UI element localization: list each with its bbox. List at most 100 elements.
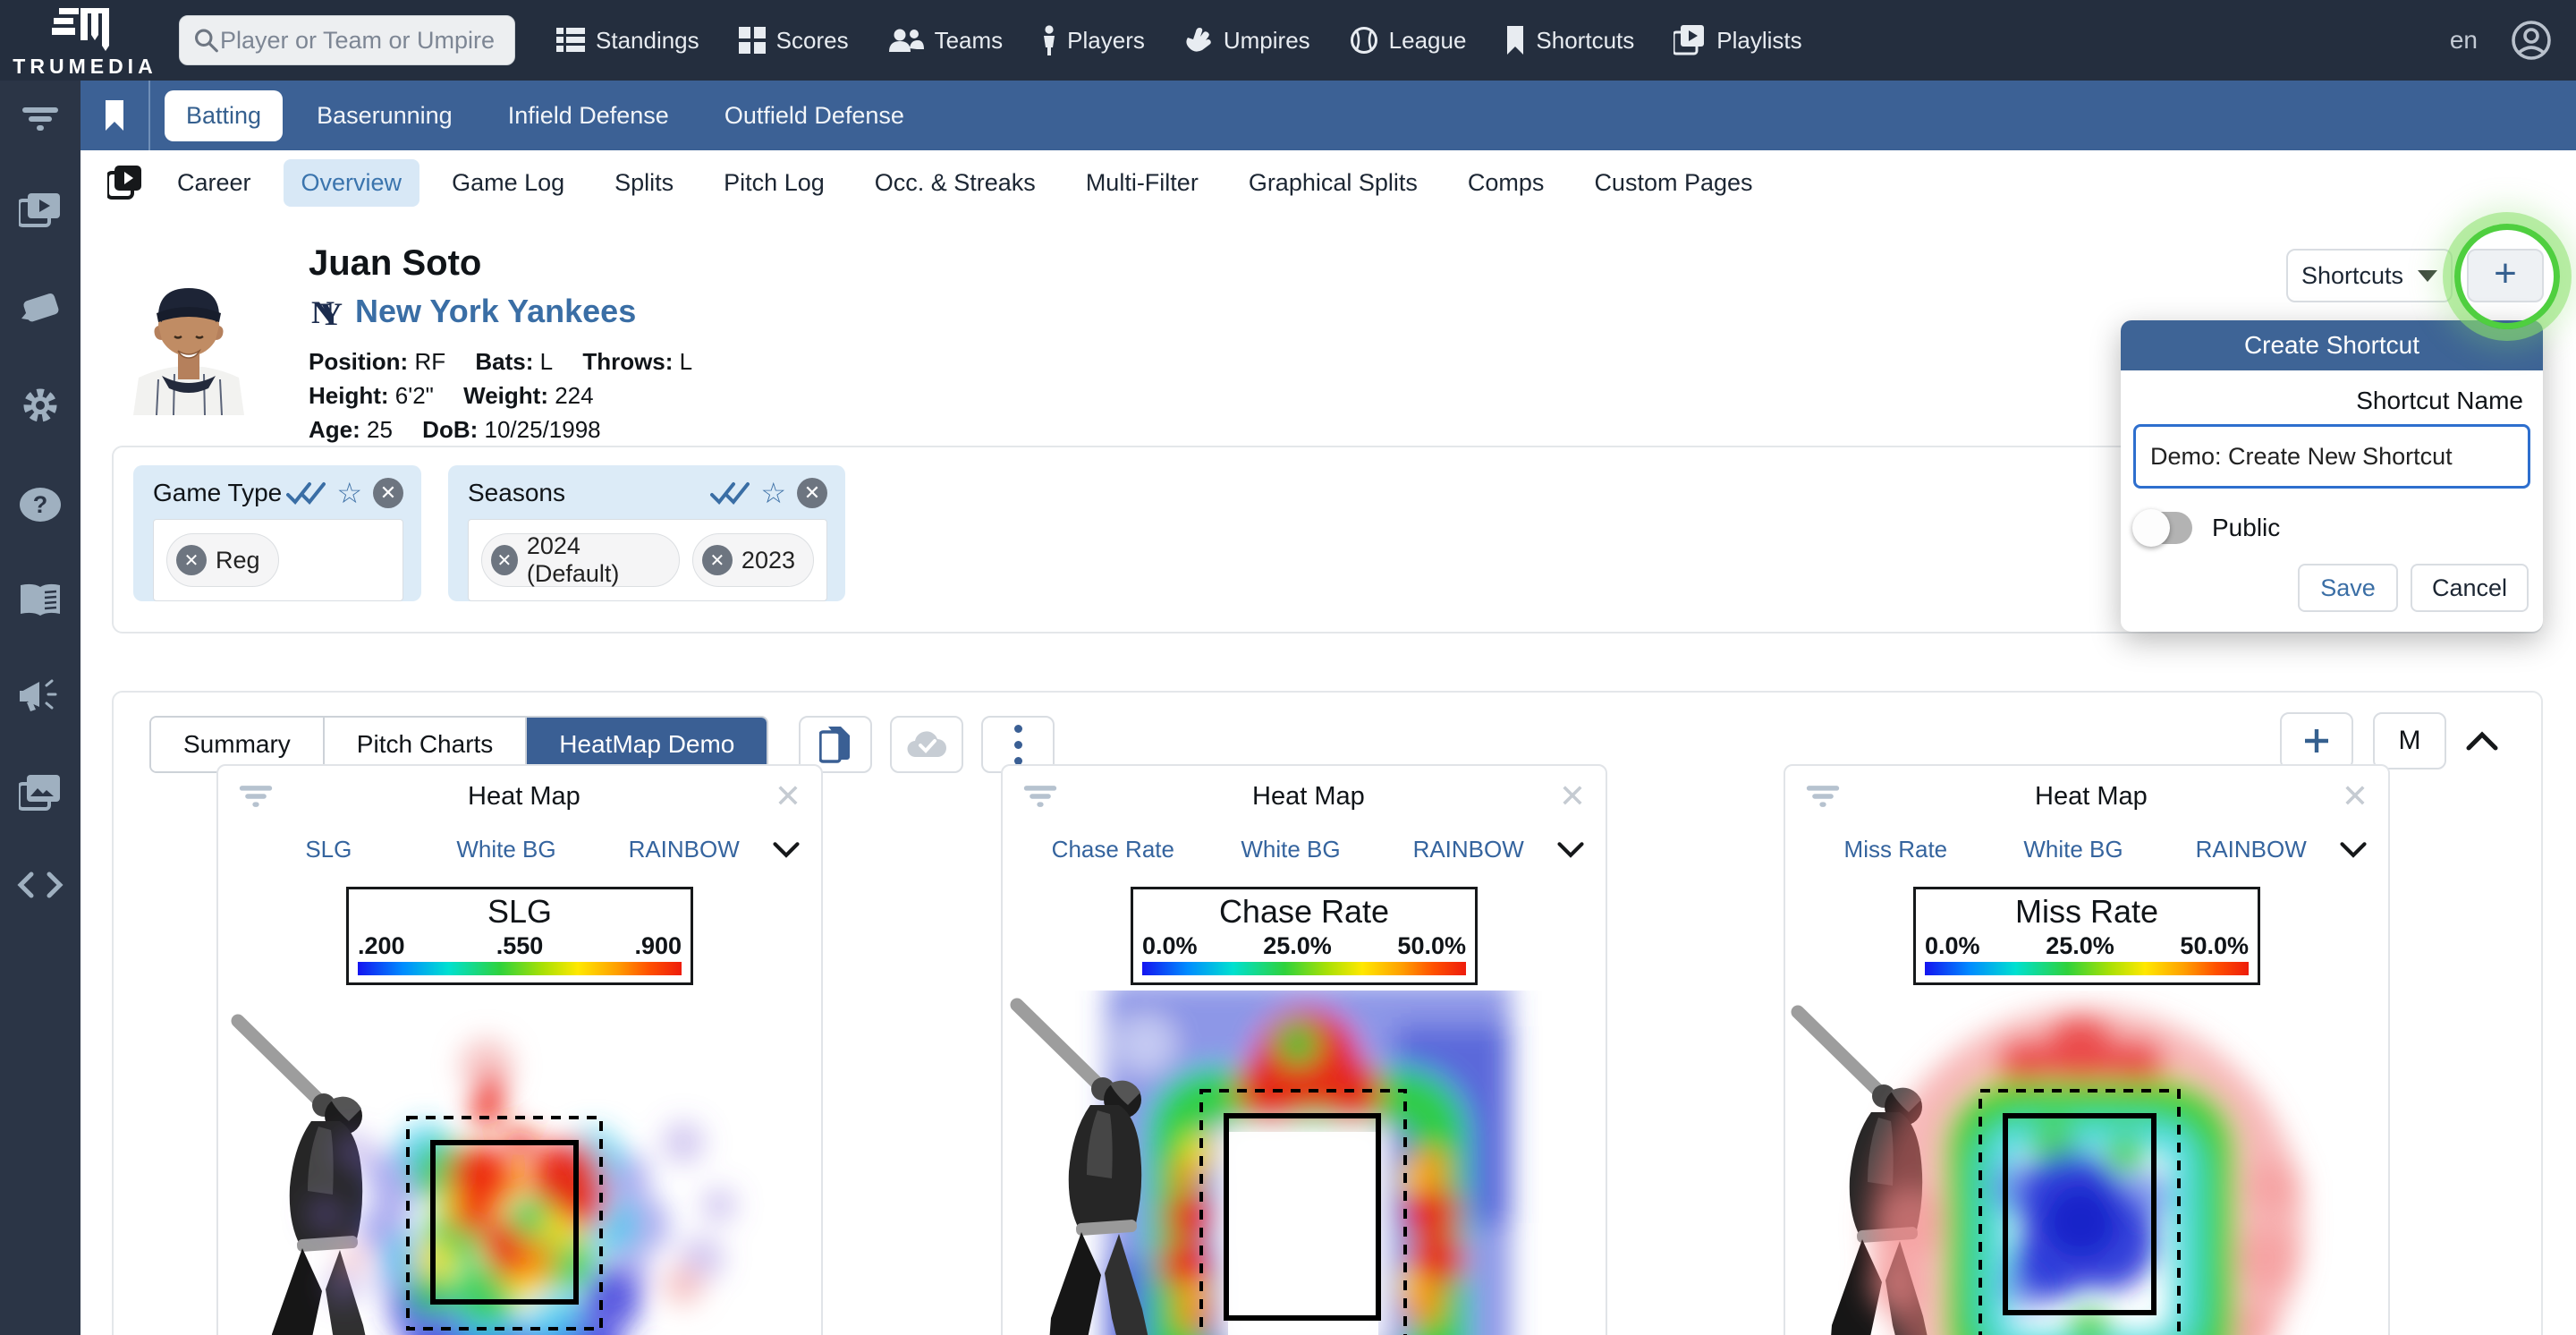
favorite-star-icon[interactable]: ☆: [336, 479, 362, 507]
tab-occ-streaks[interactable]: Occ. & Streaks: [857, 159, 1054, 207]
sidebar-video-playlist-icon[interactable]: [19, 193, 62, 227]
tab-game-log[interactable]: Game Log: [434, 159, 582, 207]
card-filter-icon[interactable]: [238, 784, 274, 809]
bg-option[interactable]: White BG: [418, 836, 596, 863]
scores-icon: [739, 27, 766, 54]
remove-chip-icon[interactable]: ✕: [702, 545, 733, 575]
sidebar-code-icon[interactable]: [17, 872, 64, 898]
tab-outfield-defense[interactable]: Outfield Defense: [703, 90, 926, 141]
tab-splits[interactable]: Splits: [597, 159, 691, 207]
add-module-button[interactable]: [2280, 712, 2353, 770]
select-all-icon[interactable]: [710, 480, 750, 506]
tab-pitch-log[interactable]: Pitch Log: [706, 159, 843, 207]
scale-min: 0.0%: [1925, 932, 1980, 960]
bg-option[interactable]: White BG: [1985, 836, 2163, 863]
palette-option[interactable]: RAINBOW: [595, 836, 773, 863]
tab-summary[interactable]: Summary: [151, 718, 323, 771]
public-toggle[interactable]: [2135, 512, 2192, 544]
metric-option[interactable]: SLG: [240, 836, 418, 863]
add-shortcut-button[interactable]: +: [2467, 249, 2544, 302]
nav-label: Scores: [776, 27, 849, 55]
search-input[interactable]: [220, 27, 502, 55]
card-options-dropdown[interactable]: Chase Rate White BG RAINBOW: [1003, 812, 1606, 863]
palette-option[interactable]: RAINBOW: [1379, 836, 1557, 863]
sidebar-gallery-icon[interactable]: [19, 775, 62, 811]
bookmark-icon[interactable]: [104, 100, 125, 131]
nav-teams[interactable]: Teams: [888, 27, 1004, 55]
sidebar-glossary-book-icon[interactable]: [18, 583, 63, 617]
sidebar-help-icon[interactable]: ?: [19, 487, 62, 523]
card-title: Heat Map: [274, 782, 775, 812]
nav-playlists[interactable]: Playlists: [1674, 25, 1801, 55]
teams-icon: [888, 27, 924, 54]
tab-comps[interactable]: Comps: [1450, 159, 1563, 207]
sidebar-filter-icon[interactable]: [21, 106, 60, 132]
tab-infield-defense[interactable]: Infield Defense: [487, 90, 691, 141]
public-toggle-row: Public: [2135, 512, 2543, 544]
tab-pitch-charts[interactable]: Pitch Charts: [323, 718, 526, 771]
player-headshot: [112, 243, 266, 415]
palette-option[interactable]: RAINBOW: [2162, 836, 2340, 863]
metric-option[interactable]: Chase Rate: [1024, 836, 1202, 863]
remove-chip-icon[interactable]: ✕: [176, 545, 207, 575]
close-card-icon[interactable]: ✕: [775, 780, 801, 812]
public-label: Public: [2212, 514, 2280, 542]
cancel-button[interactable]: Cancel: [2411, 564, 2529, 612]
seasons-values[interactable]: ✕ 2024 (Default) ✕ 2023: [468, 519, 827, 601]
clear-filter-icon[interactable]: ✕: [797, 478, 827, 508]
tab-graphical-splits[interactable]: Graphical Splits: [1231, 159, 1436, 207]
chevron-down-icon: [773, 841, 800, 859]
rainbow-gradient-bar: [1925, 962, 2249, 975]
playlist-page-icon[interactable]: [107, 166, 143, 200]
tab-multi-filter[interactable]: Multi-Filter: [1068, 159, 1216, 207]
nav-umpires[interactable]: Umpires: [1184, 27, 1310, 55]
tab-batting[interactable]: Batting: [165, 90, 283, 141]
nav-standings[interactable]: Standings: [556, 27, 699, 55]
filter-chip[interactable]: ✕ 2023: [692, 533, 814, 587]
nav-scores[interactable]: Scores: [739, 27, 849, 55]
card-filter-icon[interactable]: [1805, 784, 1841, 809]
tab-heatmap-demo[interactable]: HeatMap Demo: [525, 718, 767, 771]
tab-career[interactable]: Career: [159, 159, 269, 207]
team-link[interactable]: New York Yankees: [355, 293, 636, 330]
left-sidebar: ?: [0, 81, 80, 1335]
select-all-icon[interactable]: [286, 480, 326, 506]
size-m-button[interactable]: M: [2373, 712, 2446, 770]
collapse-chevron-icon[interactable]: [2466, 730, 2498, 752]
nav-league[interactable]: League: [1350, 26, 1467, 55]
shortcut-name-label: Shortcut Name: [2121, 387, 2523, 415]
remove-chip-icon[interactable]: ✕: [491, 545, 518, 575]
trumedia-logo[interactable]: TRUMEDIA: [0, 0, 170, 81]
nav-shortcuts[interactable]: Shortcuts: [1505, 26, 1634, 55]
game-type-values[interactable]: ✕ Reg: [153, 519, 403, 601]
filter-chip[interactable]: ✕ 2024 (Default): [481, 533, 680, 587]
global-search[interactable]: [179, 15, 515, 65]
nav-players[interactable]: Players: [1042, 25, 1145, 55]
metric-option[interactable]: Miss Rate: [1807, 836, 1985, 863]
shortcuts-dropdown-button[interactable]: Shortcuts: [2286, 249, 2453, 302]
sidebar-settings-gear-icon[interactable]: [20, 385, 61, 426]
sidebar-announcements-icon[interactable]: [18, 678, 63, 714]
account-icon[interactable]: [2510, 19, 2553, 62]
bg-option[interactable]: White BG: [1202, 836, 1380, 863]
tab-custom-pages[interactable]: Custom Pages: [1576, 159, 1770, 207]
tab-baserunning[interactable]: Baserunning: [295, 90, 474, 141]
language-selector[interactable]: en: [2450, 26, 2478, 55]
favorite-star-icon[interactable]: ☆: [760, 479, 786, 507]
cloud-sync-button[interactable]: [890, 716, 963, 773]
divider: [148, 81, 150, 150]
sidebar-cards-icon[interactable]: [18, 288, 63, 324]
shortcut-name-input[interactable]: [2150, 443, 2513, 471]
tab-overview[interactable]: Overview: [284, 159, 420, 207]
card-options-dropdown[interactable]: SLG White BG RAINBOW: [218, 812, 821, 863]
clear-filter-icon[interactable]: ✕: [373, 478, 403, 508]
heatmap-card-chase-rate: Heat Map ✕ Chase Rate White BG RAINBOW C…: [1001, 764, 1607, 1335]
card-options-dropdown[interactable]: Miss Rate White BG RAINBOW: [1785, 812, 2388, 863]
trumedia-logo-icon: [52, 6, 118, 53]
svg-text:?: ?: [33, 491, 48, 518]
save-button[interactable]: Save: [2298, 564, 2398, 612]
card-filter-icon[interactable]: [1022, 784, 1058, 809]
close-card-icon[interactable]: ✕: [1559, 780, 1586, 812]
close-card-icon[interactable]: ✕: [2342, 780, 2368, 812]
filter-chip[interactable]: ✕ Reg: [166, 533, 279, 587]
